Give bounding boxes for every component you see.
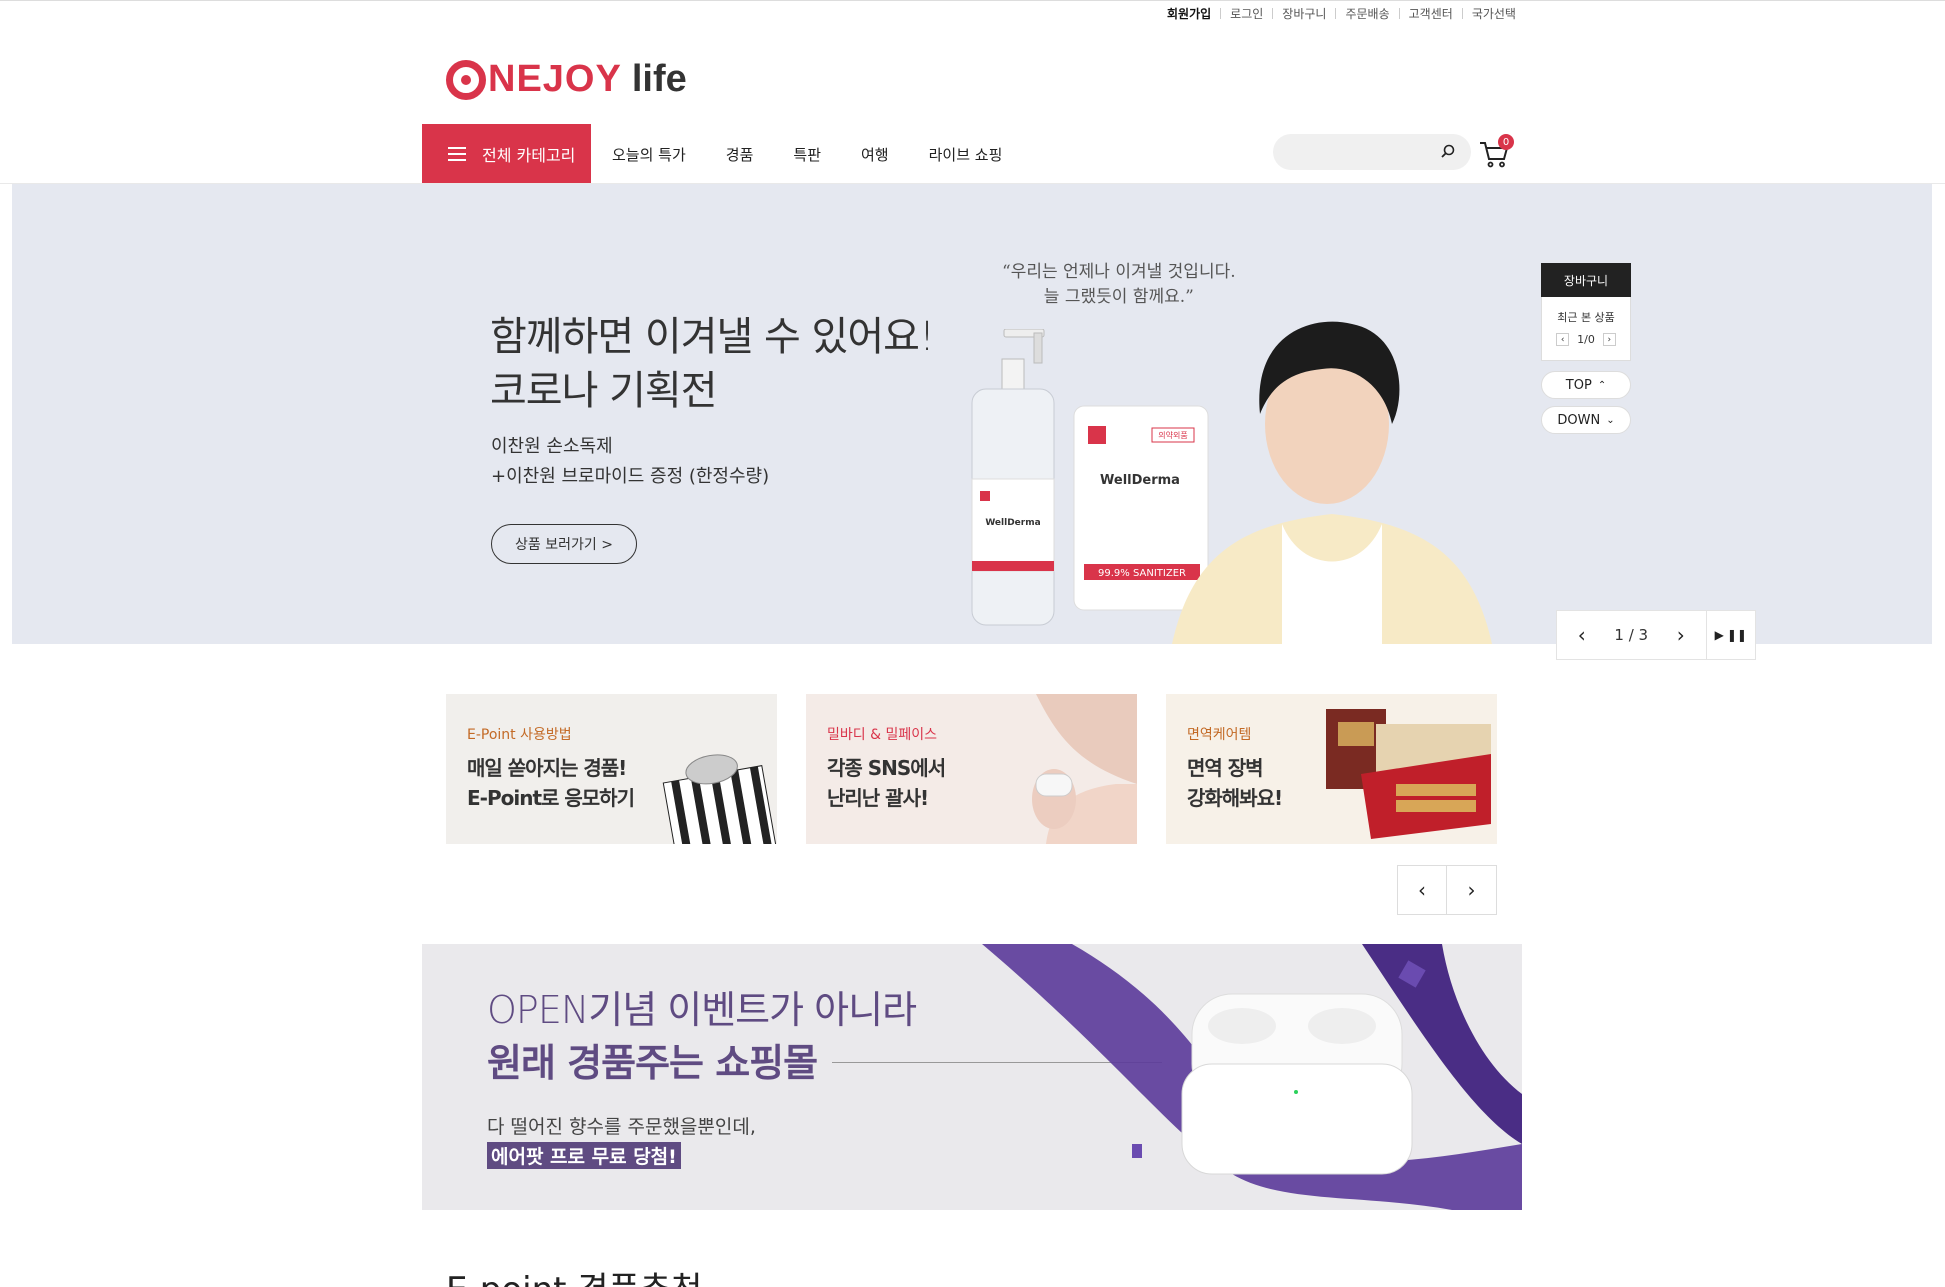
ginseng-giftset-image: [1326, 709, 1491, 839]
promo-card-tag: 밀바디 & 밀페이스: [827, 727, 937, 743]
sanitizer-bottle-image: WellDerma: [971, 329, 1055, 626]
search-icon[interactable]: [1441, 144, 1455, 158]
side-cart-button[interactable]: 장바구니: [1541, 263, 1631, 297]
hero-title-line1: 함께하면 이겨낼 수 있어요!: [490, 314, 935, 360]
hero-sub-line1: 이찬원 손소독제: [491, 436, 613, 457]
promo-card-line1: 각종 SNS에서: [827, 756, 946, 780]
scroll-top-label: TOP: [1565, 377, 1592, 393]
nav-item-live-shopping[interactable]: 라이브 쇼핑: [929, 144, 1003, 165]
scroll-down-button[interactable]: DOWN ⌄: [1541, 406, 1631, 434]
chevron-up-icon: ⌃: [1597, 379, 1607, 391]
promo-next-button[interactable]: ›: [1447, 865, 1497, 915]
country-select-link[interactable]: 국가선택: [1463, 5, 1525, 22]
view-products-button[interactable]: 상품 보러가기 >: [491, 524, 637, 564]
recent-next-button[interactable]: ›: [1602, 333, 1616, 346]
bottle-brand: WellDerma: [985, 518, 1040, 528]
customer-center-link[interactable]: 고객센터: [1400, 5, 1462, 22]
gift-box-image: [662, 754, 776, 844]
hero-banner[interactable]: 함께하면 이겨낼 수 있어요! 코로나 기획전 이찬원 손소독제 +이찬원 브로…: [12, 184, 1932, 644]
site-logo[interactable]: NEJOY life: [446, 58, 687, 101]
hero-prev-button[interactable]: ‹: [1557, 623, 1607, 647]
event-line4: 에어팟 프로 무료 당첨!: [487, 1142, 681, 1169]
airpods-image: [982, 944, 1522, 1210]
utility-links: 회원가입 로그인 장바구니 주문배송 고객센터 국가선택: [1158, 5, 1525, 22]
recent-items-count: 1/0: [1577, 333, 1595, 346]
nav-item-special-sale[interactable]: 특판: [793, 144, 821, 165]
promo-card-immune[interactable]: 면역케어템 면역 장벽 강화해봐요!: [1166, 694, 1497, 844]
recent-items-pager: ‹ 1/0 ›: [1542, 333, 1630, 346]
hero-title: 함께하면 이겨낼 수 있어요! 코로나 기획전: [490, 310, 935, 418]
cart-count-badge: 0: [1498, 134, 1514, 150]
top-divider: [0, 0, 1945, 1]
hero-sub-line2: +이찬원 브로마이드 증정 (한정수량): [491, 466, 770, 487]
promo-card-tag: E-Point 사용방법: [467, 727, 572, 743]
hero-slide-counter: 1 / 3: [1614, 626, 1649, 644]
promo-prev-button[interactable]: ‹: [1397, 865, 1447, 915]
hero-slider-controls: ‹ 1 / 3 › ▶ ❚❚: [1556, 610, 1756, 660]
all-categories-button[interactable]: 전체 카테고리: [422, 124, 591, 184]
hero-title-line2: 코로나 기획전: [490, 368, 718, 414]
recent-prev-button[interactable]: ‹: [1556, 333, 1570, 346]
cart-link[interactable]: 장바구니: [1273, 5, 1335, 22]
model-photo: [1172, 321, 1492, 644]
hero-next-button[interactable]: ›: [1656, 623, 1706, 647]
promo-card-line1: 면역 장벽: [1187, 756, 1264, 780]
scroll-top-button[interactable]: TOP ⌃: [1541, 371, 1631, 399]
nav-item-prize[interactable]: 경품: [726, 144, 754, 165]
section-title-epoint: E-point 경품추천: [446, 1262, 702, 1287]
search-box: [1273, 134, 1471, 170]
chevron-left-icon: ‹: [1418, 878, 1426, 902]
play-icon: ▶: [1714, 628, 1724, 642]
promo-card-line2: E-Point로 응모하기: [467, 786, 635, 810]
event-line2: 원래 경품주는 쇼핑몰: [487, 1041, 818, 1085]
face-model-image: [1032, 694, 1137, 844]
chevron-down-icon: ⌄: [1606, 414, 1615, 426]
order-delivery-link[interactable]: 주문배송: [1336, 5, 1398, 22]
hamburger-icon: [448, 147, 466, 161]
scroll-down-label: DOWN: [1557, 412, 1601, 428]
hero-subtitle: 이찬원 손소독제 +이찬원 브로마이드 증정 (한정수량): [491, 432, 769, 492]
page: 회원가입 로그인 장바구니 주문배송 고객센터 국가선택 NEJOY life …: [0, 0, 1945, 1287]
recent-items-label: 최근 본 상품: [1557, 311, 1615, 324]
pause-icon: ❚❚: [1726, 628, 1747, 642]
nav-item-travel[interactable]: 여행: [861, 144, 889, 165]
signup-link[interactable]: 회원가입: [1158, 5, 1220, 22]
promo-card-line2: 강화해봐요!: [1187, 786, 1283, 810]
cart-button[interactable]: 0: [1478, 134, 1514, 170]
search-input[interactable]: [1287, 142, 1427, 162]
promo-card-epoint[interactable]: E-Point 사용방법 매일 쏟아지는 경품! E-Point로 응모하기: [446, 694, 777, 844]
event-line3: 다 떨어진 향수를 주문했을뿐인데,: [487, 1116, 756, 1138]
logo-o-mark: [446, 59, 486, 100]
promo-card-tag: 면역케어템: [1187, 727, 1252, 743]
chevron-right-icon: ›: [1467, 878, 1476, 902]
play-pause-button[interactable]: ▶ ❚❚: [1705, 611, 1756, 659]
promo-card-gua-sha[interactable]: 밀바디 & 밀페이스 각종 SNS에서 난리난 괄사!: [806, 694, 1137, 844]
event-banner[interactable]: OPEN기념 이벤트가 아니라 원래 경품주는 쇼핑몰 다 떨어진 향수를 주문…: [422, 944, 1522, 1210]
login-link[interactable]: 로그인: [1221, 5, 1272, 22]
event-line1: OPEN기념 이벤트가 아니라: [487, 988, 917, 1032]
promo-card-line1: 매일 쏟아지는 경품!: [467, 756, 627, 780]
main-nav: 오늘의 특가 경품 특판 여행 라이브 쇼핑: [612, 144, 1042, 165]
logo-brand: NEJOY: [488, 58, 622, 100]
logo-suffix: life: [631, 58, 687, 100]
promo-card-line2: 난리난 괄사!: [827, 786, 929, 810]
quick-side-widget: 장바구니 최근 본 상품 ‹ 1/0 › TOP ⌃ DOWN ⌄: [1541, 263, 1631, 434]
promo-carousel-nav: ‹ ›: [1397, 865, 1497, 915]
nav-item-today-deal[interactable]: 오늘의 특가: [612, 144, 686, 165]
recent-items-box: 최근 본 상품 ‹ 1/0 ›: [1541, 297, 1631, 361]
all-categories-label: 전체 카테고리: [482, 146, 576, 165]
